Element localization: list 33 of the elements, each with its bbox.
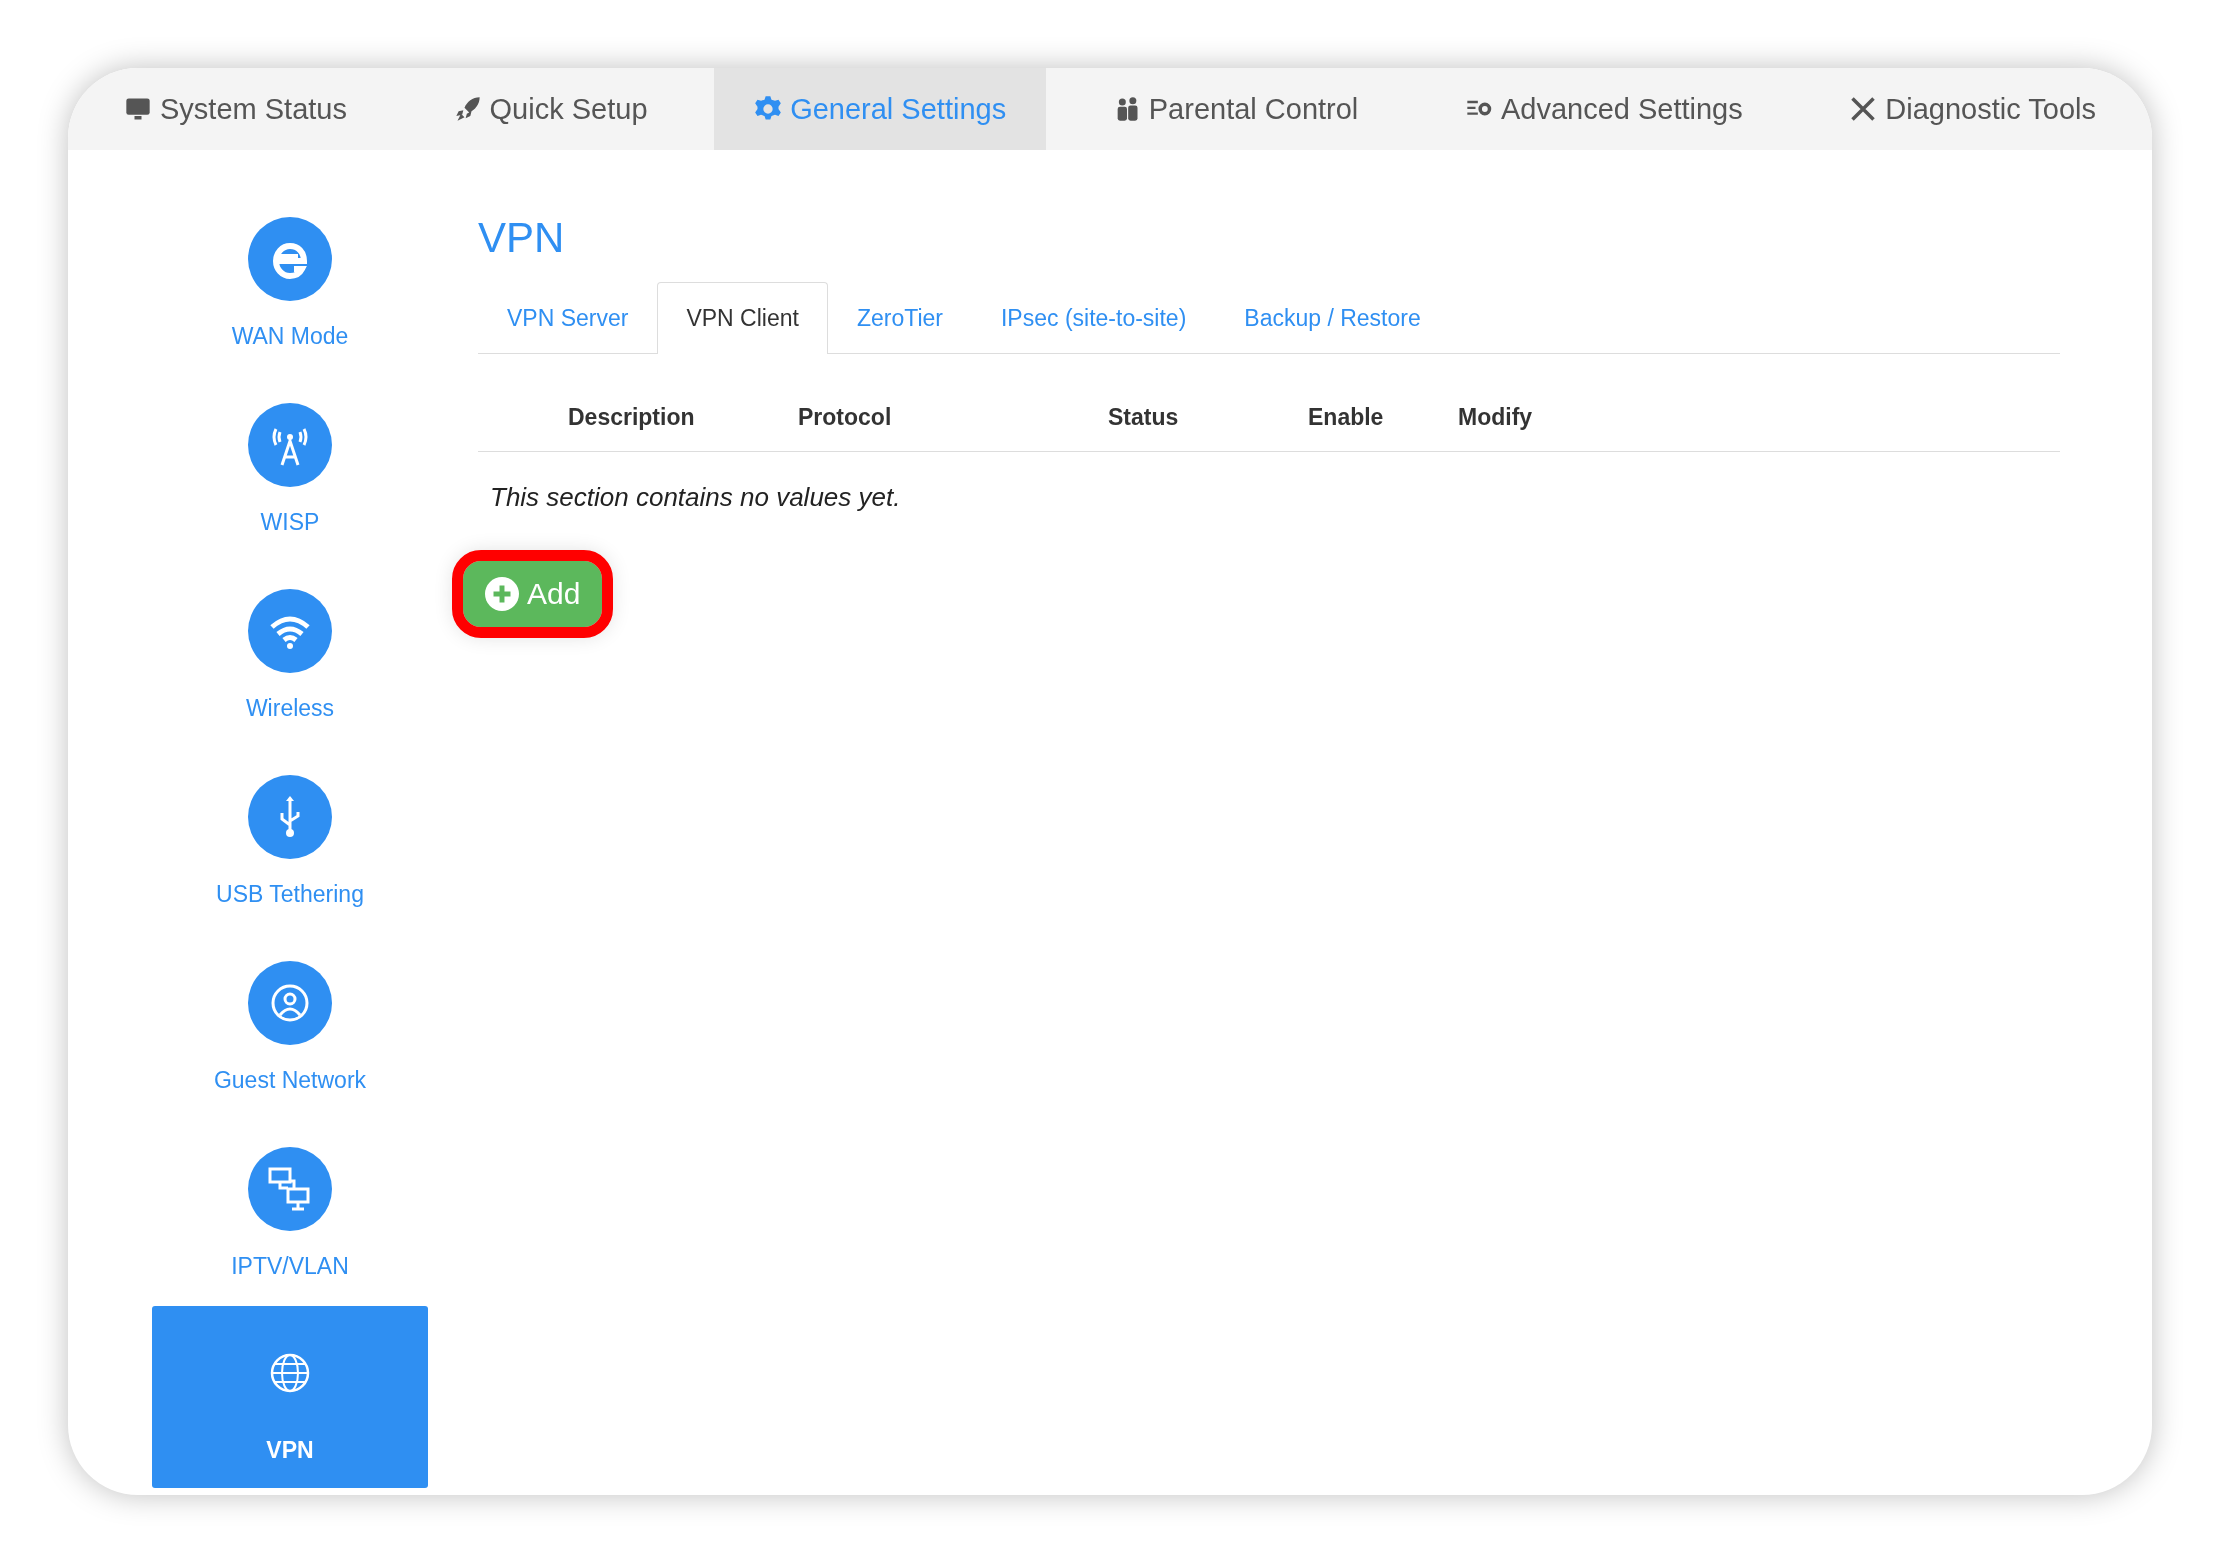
sidebar-item[interactable]: VPN bbox=[152, 1306, 428, 1488]
user-icon bbox=[248, 960, 332, 1045]
sidebar-item[interactable]: IPTV/VLAN bbox=[152, 1120, 428, 1306]
empty-message: This section contains no values yet. bbox=[490, 482, 902, 513]
column-header: Description bbox=[568, 404, 696, 431]
nav-tab[interactable]: Diagnostic Tools bbox=[1809, 68, 2136, 150]
plus-circle-icon bbox=[485, 577, 519, 611]
gear-icon bbox=[754, 95, 783, 123]
nav-tab[interactable]: General Settings bbox=[714, 68, 1047, 150]
page-title: VPN bbox=[478, 214, 566, 262]
sidebar-item[interactable]: USB Tethering bbox=[152, 748, 428, 934]
nav-tab[interactable]: System Status bbox=[84, 68, 387, 150]
sub-tab[interactable]: IPsec (site-to-site) bbox=[972, 282, 1216, 354]
sub-tab[interactable]: VPN Server bbox=[478, 282, 658, 354]
sub-tab[interactable]: VPN Client bbox=[657, 282, 828, 354]
monitors-icon bbox=[248, 1146, 332, 1231]
wifi-icon bbox=[248, 588, 332, 673]
sidebar-item[interactable]: WISP bbox=[152, 376, 428, 562]
column-header: Enable bbox=[1308, 404, 1385, 431]
sidebar-item[interactable]: WAN Mode bbox=[152, 190, 428, 376]
nav-tab[interactable]: Advanced Settings bbox=[1424, 68, 1783, 150]
nav-tab[interactable]: Quick Setup bbox=[413, 68, 688, 150]
column-header: Protocol bbox=[798, 404, 893, 431]
usb-icon bbox=[248, 774, 332, 859]
antenna-icon bbox=[248, 402, 332, 487]
internet-icon bbox=[248, 216, 332, 301]
sidebar-item[interactable]: Wireless bbox=[152, 562, 428, 748]
sub-tab[interactable]: ZeroTier bbox=[827, 282, 972, 354]
sub-tab[interactable]: Backup / Restore bbox=[1215, 282, 1450, 354]
sidebar-item[interactable]: Guest Network bbox=[152, 934, 428, 1120]
nav-tab[interactable]: Parental Control bbox=[1072, 68, 1399, 150]
column-header: Modify bbox=[1458, 404, 1534, 431]
column-header: Status bbox=[1108, 404, 1180, 431]
